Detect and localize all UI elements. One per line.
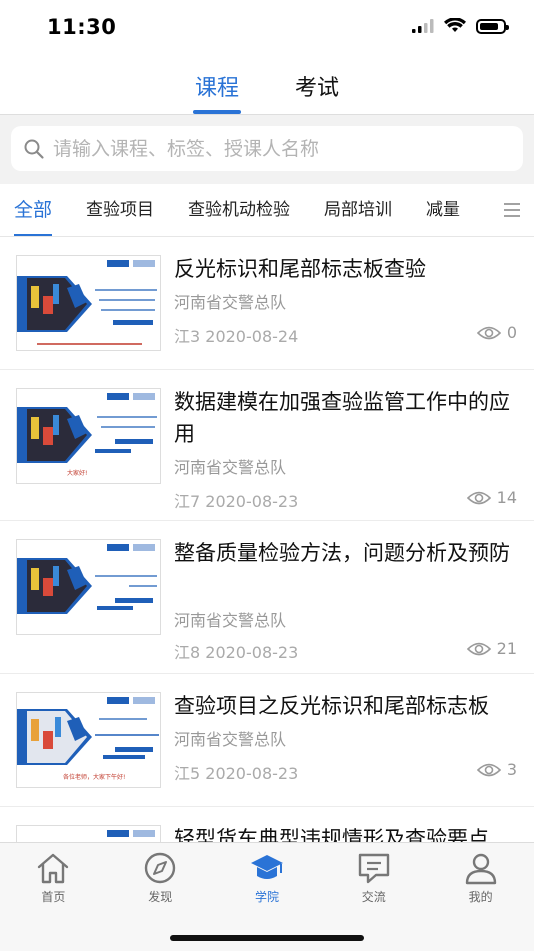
course-org: 河南省交警总队 bbox=[174, 611, 287, 630]
profile-icon bbox=[465, 853, 496, 885]
home-icon bbox=[38, 853, 69, 884]
category-all[interactable]: 全部 bbox=[14, 184, 53, 236]
tab-courses-label: 课程 bbox=[194, 76, 239, 101]
tab-label: 交流 bbox=[361, 890, 386, 904]
category-bar: 全部 查验项目 查验机动检验 局部培训 减量 bbox=[0, 184, 534, 237]
course-meta: 江8 2020-08-23 bbox=[174, 643, 299, 662]
eye-icon bbox=[466, 491, 491, 504]
tab-label: 我的 bbox=[468, 890, 493, 904]
view-count: 21 bbox=[496, 639, 517, 658]
course-thumbnail: 各位老师，大家下午好! bbox=[16, 692, 161, 788]
status-time: 11:30 bbox=[47, 15, 117, 39]
signal-icon bbox=[412, 19, 434, 33]
course-list: 反光标识和尾部标志板查验 河南省交警总队 江3 2020-08-24 0 大家好… bbox=[0, 237, 534, 921]
category-inspection-items[interactable]: 查验项目 bbox=[86, 184, 154, 236]
tab-mine[interactable]: 我的 bbox=[427, 843, 534, 915]
course-org: 河南省交警总队 bbox=[174, 458, 287, 477]
graduation-cap-icon bbox=[250, 855, 283, 879]
tab-courses[interactable]: 课程 bbox=[167, 58, 267, 114]
course-meta: 江7 2020-08-23 bbox=[174, 492, 299, 511]
course-thumbnail: 大家好! bbox=[16, 388, 161, 484]
top-tabs: 课程 考试 bbox=[0, 58, 534, 114]
course-title: 反光标识和尾部标志板查验 bbox=[174, 257, 426, 281]
eye-icon bbox=[466, 642, 491, 655]
course-title: 查验项目之反光标识和尾部标志板 bbox=[174, 694, 489, 718]
course-views: 3 bbox=[476, 760, 517, 779]
tab-label: 学院 bbox=[254, 890, 279, 904]
thumb-footer: 各位老师，大家下午好! bbox=[63, 773, 125, 781]
status-icons bbox=[412, 18, 509, 34]
course-views: 21 bbox=[466, 639, 517, 658]
view-count: 0 bbox=[506, 323, 517, 342]
course-title: 整备质量检验方法，问题分析及预防 bbox=[174, 541, 510, 565]
tab-label: 首页 bbox=[41, 890, 66, 904]
course-org: 河南省交警总队 bbox=[174, 730, 287, 749]
search-box[interactable] bbox=[11, 126, 523, 171]
category-list: 全部 查验项目 查验机动检验 局部培训 减量 bbox=[14, 184, 494, 236]
tab-bar: 首页 发现 学院 交流 我的 bbox=[0, 842, 534, 951]
menu-icon bbox=[504, 203, 520, 217]
view-count: 3 bbox=[506, 760, 517, 779]
course-views: 14 bbox=[466, 488, 517, 507]
tab-home[interactable]: 首页 bbox=[0, 843, 107, 915]
course-item[interactable]: 各位老师，大家下午好! 查验项目之反光标识和尾部标志板 河南省交警总队 江5 2… bbox=[0, 674, 534, 807]
course-item[interactable]: 整备质量检验方法，问题分析及预防 河南省交警总队 江8 2020-08-23 2… bbox=[0, 521, 534, 674]
home-indicator bbox=[170, 935, 364, 941]
category-label: 查验项目 bbox=[86, 200, 155, 220]
tab-exams[interactable]: 考试 bbox=[267, 58, 367, 114]
category-fade bbox=[450, 184, 490, 236]
course-meta: 江3 2020-08-24 bbox=[174, 327, 299, 346]
course-views: 0 bbox=[476, 323, 517, 342]
course-item[interactable]: 大家好! 数据建模在加强查验监管工作中的应用 河南省交警总队 江7 2020-0… bbox=[0, 370, 534, 521]
course-title: 数据建模在加强查验监管工作中的应用 bbox=[174, 390, 510, 446]
tab-chat[interactable]: 交流 bbox=[320, 843, 427, 915]
category-active-indicator bbox=[14, 234, 53, 236]
category-label: 查验机动检验 bbox=[188, 200, 291, 220]
course-thumbnail bbox=[16, 255, 161, 351]
tab-discover[interactable]: 发现 bbox=[107, 843, 214, 915]
search-input[interactable] bbox=[51, 136, 495, 161]
tab-exams-label: 考试 bbox=[294, 76, 339, 101]
eye-icon bbox=[476, 326, 501, 339]
category-menu-button[interactable] bbox=[490, 184, 534, 236]
status-bar: 11:30 bbox=[0, 0, 534, 58]
course-thumbnail bbox=[16, 539, 161, 635]
thumb-footer: 大家好! bbox=[67, 469, 87, 477]
category-label: 全部 bbox=[14, 199, 53, 221]
course-meta: 江5 2020-08-23 bbox=[174, 764, 299, 783]
category-bureau-training[interactable]: 局部培训 bbox=[324, 184, 392, 236]
battery-icon bbox=[476, 18, 509, 34]
search-icon bbox=[24, 139, 44, 159]
course-org: 河南省交警总队 bbox=[174, 293, 287, 312]
wifi-icon bbox=[444, 18, 466, 32]
category-label: 局部培训 bbox=[324, 200, 393, 220]
chat-icon bbox=[358, 853, 389, 884]
search-area bbox=[0, 115, 534, 184]
category-motor-inspection[interactable]: 查验机动检验 bbox=[188, 184, 290, 236]
compass-icon bbox=[144, 852, 176, 884]
tab-label: 发现 bbox=[148, 890, 173, 904]
course-item[interactable]: 反光标识和尾部标志板查验 河南省交警总队 江3 2020-08-24 0 bbox=[0, 237, 534, 370]
tab-academy[interactable]: 学院 bbox=[214, 843, 321, 915]
view-count: 14 bbox=[496, 488, 517, 507]
eye-icon bbox=[476, 763, 501, 776]
